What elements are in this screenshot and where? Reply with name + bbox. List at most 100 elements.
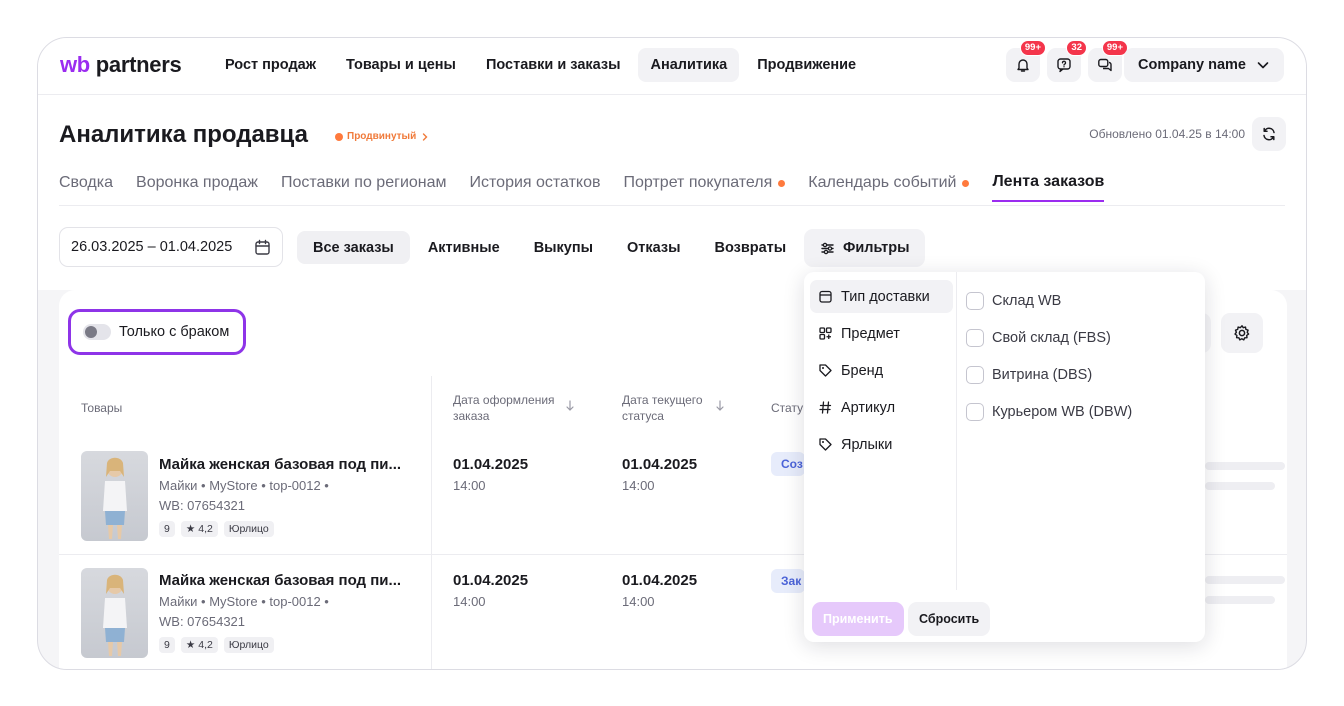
plan-label: Продвинутый (347, 131, 417, 142)
product-name[interactable]: Майка женская базовая под пи... (159, 456, 419, 473)
product-chips: 9 ★ 4,2 Юрлицо (159, 637, 274, 653)
chevron-down-icon (1256, 58, 1270, 72)
status-date: 01.04.2025 (622, 572, 698, 589)
order-time: 14:00 (453, 594, 486, 609)
placeholder-bar (1205, 576, 1285, 584)
tabs-divider (59, 205, 1285, 206)
order-type-segments: Все заказы Активные Выкупы Отказы Возвра… (297, 231, 802, 264)
filter-category-article[interactable]: Артикул (810, 391, 953, 424)
chat-bubbles-icon (1097, 57, 1113, 73)
wb-partners-logo[interactable]: wb partners (60, 52, 182, 78)
calendar-icon (254, 239, 271, 256)
defect-only-toggle[interactable]: Только с браком (68, 309, 246, 355)
column-divider (431, 376, 432, 669)
nav-item-analytics[interactable]: Аналитика (638, 48, 740, 82)
filter-category-brand[interactable]: Бренд (810, 354, 953, 387)
placeholder-bar (1205, 482, 1275, 490)
chevron-right-icon (420, 132, 430, 142)
product-name[interactable]: Майка женская базовая под пи... (159, 572, 419, 589)
checkbox[interactable] (966, 328, 984, 347)
toggle-switch[interactable] (83, 324, 111, 340)
company-name: Company name (1138, 57, 1246, 73)
option-fbs[interactable]: Свой склад (FBS) (966, 321, 1132, 354)
main-nav: Рост продаж Товары и цены Поставки и зак… (213, 48, 868, 82)
refresh-icon (1261, 126, 1277, 142)
sort-arrow-icon[interactable] (565, 400, 575, 412)
product-image[interactable] (81, 568, 148, 658)
question-chat-icon (1056, 57, 1072, 73)
checkbox[interactable] (966, 365, 984, 384)
count-chip: 9 (159, 521, 175, 537)
nav-item-supplies-orders[interactable]: Поставки и заказы (474, 48, 633, 82)
page-header: Аналитика продавца Продвинутый Обновлено… (38, 94, 1306, 210)
order-date: 01.04.2025 (453, 572, 529, 589)
segment-all-orders[interactable]: Все заказы (297, 231, 410, 264)
product-article: WB: 07654321 (159, 498, 246, 513)
nav-item-sales-growth[interactable]: Рост продаж (213, 48, 328, 82)
support-badge: 32 (1066, 40, 1087, 56)
option-wb-warehouse[interactable]: Склад WB (966, 284, 1132, 317)
segment-returns[interactable]: Возвраты (698, 231, 802, 264)
tab-orders-feed[interactable]: Лента заказов (992, 173, 1105, 202)
calendar-box-icon (818, 289, 833, 304)
placeholder-bar (1205, 596, 1275, 604)
header-status-date[interactable]: Дата текущего статуса (622, 392, 703, 424)
date-range-picker[interactable]: 26.03.2025 – 01.04.2025 (59, 227, 283, 267)
plan-badge[interactable]: Продвинутый (335, 131, 430, 142)
tab-supplies-by-region[interactable]: Поставки по регионам (281, 173, 447, 202)
delivery-type-options: Склад WB Свой склад (FBS) Витрина (DBS) … (966, 284, 1132, 432)
filter-categories: Тип доставки Предмет Бренд Артикул Ярлык… (804, 272, 957, 590)
option-dbw[interactable]: Курьером WB (DBW) (966, 395, 1132, 428)
filters-dropdown: Тип доставки Предмет Бренд Артикул Ярлык… (804, 272, 1205, 642)
tag-icon (818, 363, 833, 378)
apply-button[interactable]: Применить (812, 602, 904, 636)
table-settings-button[interactable] (1221, 313, 1263, 353)
tab-events-calendar[interactable]: Календарь событий (808, 173, 970, 202)
star-icon: ★ (185, 523, 196, 535)
analytics-tabs: Сводка Воронка продаж Поставки по регион… (59, 173, 1105, 202)
rating-chip: ★ 4,2 (180, 521, 218, 537)
tab-sales-funnel[interactable]: Воронка продаж (136, 173, 258, 202)
grid-icon (818, 326, 833, 341)
segment-active[interactable]: Активные (412, 231, 516, 264)
segment-refusals[interactable]: Отказы (611, 231, 696, 264)
product-image[interactable] (81, 451, 148, 541)
seller-type-chip: Юрлицо (223, 637, 274, 653)
tab-stock-history[interactable]: История остатков (470, 173, 601, 202)
app-window: wb partners Рост продаж Товары и цены По… (37, 37, 1307, 670)
checkbox[interactable] (966, 291, 984, 310)
status-date: 01.04.2025 (622, 456, 698, 473)
tab-buyer-portrait[interactable]: Портрет покупателя (624, 173, 786, 202)
option-dbs[interactable]: Витрина (DBS) (966, 358, 1132, 391)
notifications-button[interactable]: 99+ (1006, 40, 1046, 82)
star-icon: ★ (185, 639, 196, 651)
date-range-value: 26.03.2025 – 01.04.2025 (71, 239, 233, 255)
checkbox[interactable] (966, 402, 984, 421)
header-order-date[interactable]: Дата оформления заказа (453, 392, 555, 424)
plan-dot-icon (335, 132, 343, 141)
support-button[interactable]: 32 (1047, 40, 1087, 82)
rating-chip: ★ 4,2 (180, 637, 218, 653)
segment-buyouts[interactable]: Выкупы (518, 231, 609, 264)
tab-summary[interactable]: Сводка (59, 173, 113, 202)
filter-category-subject[interactable]: Предмет (810, 317, 953, 350)
sort-arrow-icon[interactable] (715, 400, 725, 412)
placeholder-bar (1205, 462, 1285, 470)
bell-icon (1015, 57, 1031, 73)
filter-category-labels[interactable]: Ярлыки (810, 428, 953, 461)
defect-only-label: Только с браком (119, 324, 230, 340)
company-selector[interactable]: Company name (1124, 48, 1284, 82)
header-status: Стату (771, 401, 804, 415)
seller-type-chip: Юрлицо (223, 521, 274, 537)
filter-category-delivery-type[interactable]: Тип доставки (810, 280, 953, 313)
page-title: Аналитика продавца (59, 121, 308, 148)
nav-item-products-prices[interactable]: Товары и цены (334, 48, 468, 82)
refresh-button[interactable] (1252, 117, 1286, 151)
messages-button[interactable]: 99+ (1088, 40, 1128, 82)
filters-button[interactable]: Фильтры (804, 229, 926, 267)
reset-button[interactable]: Сбросить (908, 602, 991, 636)
updated-timestamp: Обновлено 01.04.25 в 14:00 (1089, 127, 1245, 141)
nav-item-promotion[interactable]: Продвижение (745, 48, 868, 82)
gear-icon (1233, 324, 1251, 342)
hash-icon (818, 400, 833, 415)
